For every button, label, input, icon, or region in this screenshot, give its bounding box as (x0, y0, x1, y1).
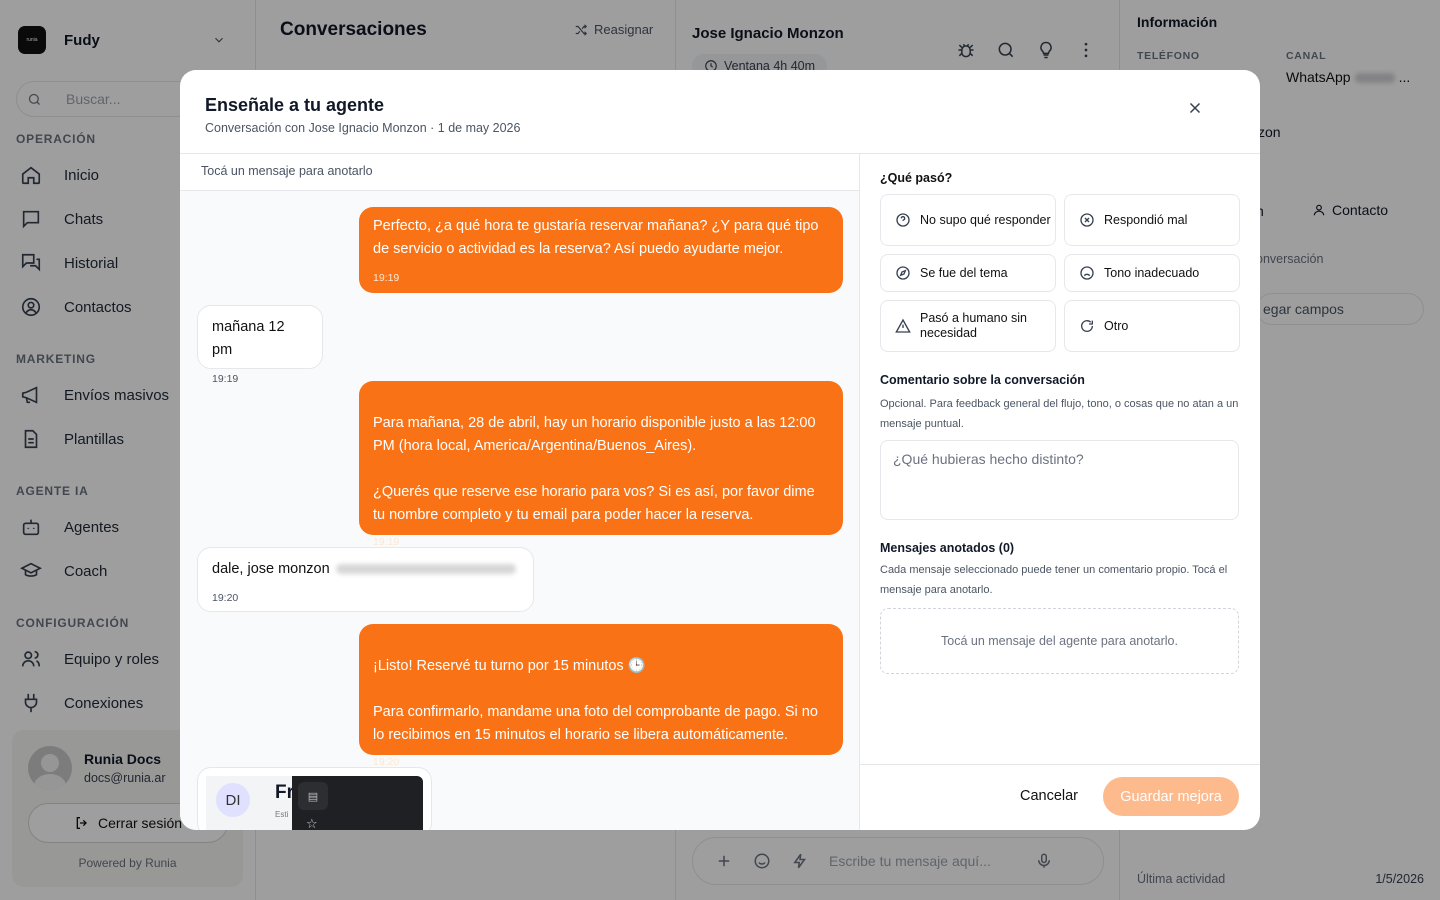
cancel-button[interactable]: Cancelar (1008, 777, 1090, 815)
conversation-pane: Tocá un mensaje para anotarlo Perfecto, … (180, 154, 860, 830)
annotated-help: Cada mensaje seleccionado puede tener un… (880, 564, 1228, 596)
preview-image-dark: ▤ ☆ (292, 776, 423, 830)
message-time: 19:20 (212, 592, 239, 604)
archive-icon: ▤ (298, 782, 328, 810)
annotated-title: Mensajes anotados (0) (880, 541, 1015, 555)
comment-title: Comentario sobre la conversación (880, 373, 1085, 387)
image-message-preview[interactable]: DI Fr Esti ▤ ☆ (197, 767, 432, 830)
agent-message[interactable]: ¡Listo! Reservé tu turno por 15 minutos … (359, 624, 843, 768)
x-circle-icon (1079, 212, 1095, 228)
blurred-email (335, 564, 516, 575)
message-time: 19:19 (373, 272, 400, 284)
option-label: Respondió mal (1104, 212, 1188, 227)
preview-subtitle: Esti (275, 810, 289, 819)
modal-subtitle: Conversación con Jose Ignacio Monzon · 1… (205, 121, 521, 135)
preview-avatar: DI (216, 783, 250, 817)
option-tono[interactable]: Tono inadecuado (1064, 254, 1240, 292)
question-circle-icon (895, 212, 911, 228)
refresh-icon (1079, 318, 1095, 334)
feedback-pane: ¿Qué pasó? No supo qué responder Respond… (860, 154, 1260, 830)
option-no-supo[interactable]: No supo qué responder (880, 194, 1056, 246)
teach-agent-modal: Enseñale a tu agente Conversación con Jo… (180, 70, 1260, 830)
option-se-fue[interactable]: Se fue del tema (880, 254, 1056, 292)
option-label: Otro (1104, 318, 1129, 333)
frown-icon (1079, 265, 1095, 281)
compass-icon (895, 265, 911, 281)
option-respondio-mal[interactable]: Respondió mal (1064, 194, 1240, 246)
message-time: 19:19 (212, 373, 239, 385)
what-happened-title: ¿Qué pasó? (880, 171, 953, 185)
modal-title: Enseñale a tu agente (205, 95, 385, 115)
option-label: No supo qué responder (920, 212, 1051, 227)
message-text: dale, jose monzon (212, 561, 330, 577)
annotated-empty-state: Tocá un mensaje del agente para anotarlo… (880, 608, 1239, 674)
close-icon[interactable] (1186, 99, 1204, 117)
comment-help: Opcional. Para feedback general del fluj… (880, 398, 1239, 430)
message-text: mañana 12 pm (212, 319, 285, 358)
option-label: Se fue del tema (920, 265, 1008, 280)
agent-message[interactable]: Perfecto, ¿a qué hora te gustaría reserv… (359, 207, 843, 293)
message-text: Para mañana, 28 de abril, hay un horario… (373, 415, 816, 523)
save-button[interactable]: Guardar mejora (1103, 777, 1239, 816)
option-otro[interactable]: Otro (1064, 300, 1240, 352)
user-message: dale, jose monzon 19:20 (197, 547, 534, 612)
option-label: Pasó a humano sin necesidad (920, 311, 1028, 340)
agent-message[interactable]: Para mañana, 28 de abril, hay un horario… (359, 381, 843, 548)
warning-triangle-icon (895, 318, 911, 334)
message-time: 19:20 (373, 756, 400, 768)
star-icon: ☆ (306, 816, 318, 830)
message-text: Perfecto, ¿a qué hora te gustaría reserv… (373, 218, 819, 257)
user-message: mañana 12 pm 19:19 (197, 305, 323, 385)
comment-textarea[interactable]: ¿Qué hubieras hecho distinto? (880, 440, 1239, 520)
option-label: Tono inadecuado (1104, 265, 1200, 280)
message-text: ¡Listo! Reservé tu turno por 15 minutos … (373, 658, 818, 743)
option-paso-a-humano[interactable]: Pasó a humano sin necesidad (880, 300, 1056, 352)
footer-divider (860, 764, 1260, 765)
annotate-hint: Tocá un mensaje para anotarlo (180, 154, 859, 191)
